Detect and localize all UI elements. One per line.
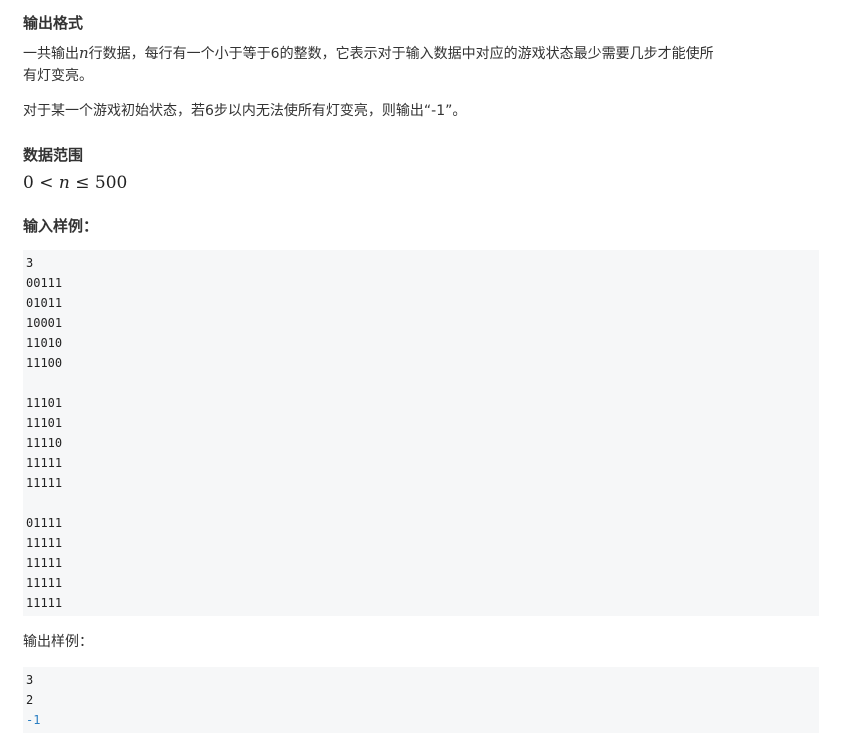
- output-format-text-1: 一共输出: [23, 46, 79, 62]
- formula-variable: n: [58, 173, 70, 193]
- code-line: 11111: [26, 556, 63, 570]
- code-line: 11111: [26, 456, 63, 470]
- data-range-formula: 0 < n ≤ 500: [23, 172, 127, 194]
- code-line: 11100: [26, 356, 63, 370]
- code-line: 11111: [26, 596, 63, 610]
- code-line: 3: [26, 673, 34, 687]
- code-line: -1: [26, 713, 41, 727]
- output-format-text-3: 有灯变亮。: [23, 68, 93, 84]
- formula-less-than: <: [39, 173, 54, 193]
- formula-upper-bound: 500: [94, 173, 128, 193]
- code-line: 11111: [26, 476, 63, 490]
- code-line: 11101: [26, 416, 63, 430]
- data-range-heading: 数据范围: [23, 146, 84, 164]
- code-line: 10001: [26, 316, 63, 330]
- output-format-note: 对于某一个游戏初始状态，若6步以内无法使所有灯变亮，则输出“-1”。: [23, 103, 467, 119]
- code-line: 2: [26, 693, 34, 707]
- output-format-heading: 输出格式: [23, 14, 84, 32]
- output-sample-codebox[interactable]: 3 2 -1: [23, 667, 819, 733]
- input-sample-codebox[interactable]: 3 00111 01011 10001 11010 11100 11101 11101 1111…: [23, 250, 819, 616]
- code-line: 11111: [26, 536, 63, 550]
- code-line: 11101: [26, 396, 63, 410]
- code-line: 11111: [26, 576, 63, 590]
- code-line: 11110: [26, 436, 63, 450]
- code-line: 01111: [26, 516, 63, 530]
- formula-less-equal: ≤: [75, 173, 90, 193]
- output-sample-heading: 输出样例：: [23, 634, 93, 650]
- code-line: 00111: [26, 276, 63, 290]
- output-format-description: 一共输出n行数据，每行有一个小于等于6的整数，它表示对于输入数据中对应的游戏状态…: [23, 42, 819, 87]
- code-line: 3: [26, 256, 34, 270]
- formula-lower-bound: 0: [23, 173, 34, 193]
- code-line: 01011: [26, 296, 63, 310]
- output-format-text-2: 行数据，每行有一个小于等于6的整数，它表示对于输入数据中对应的游戏状态最少需要几…: [88, 46, 714, 62]
- code-line: 11010: [26, 336, 63, 350]
- n-variable: n: [79, 44, 89, 62]
- input-sample-heading: 输入样例：: [23, 217, 99, 235]
